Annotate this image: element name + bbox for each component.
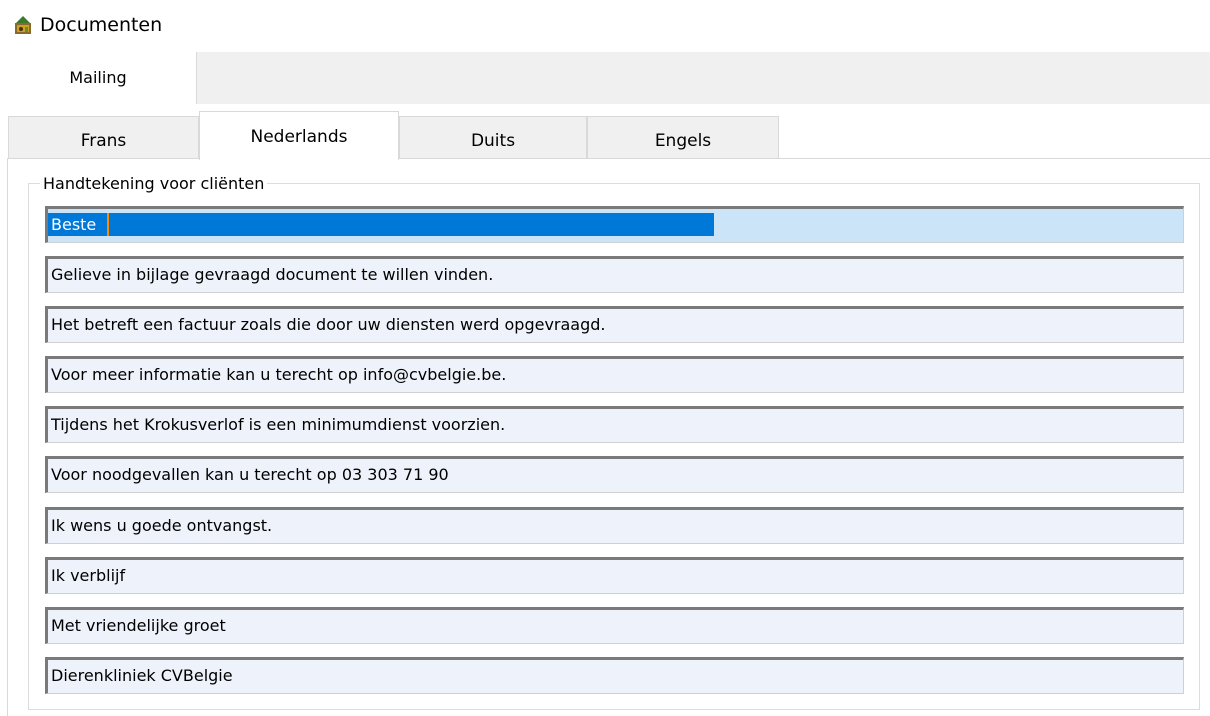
- text-caret: [107, 213, 109, 236]
- signature-line-6-field[interactable]: Voor noodgevallen kan u terecht op 03 30…: [45, 456, 1184, 493]
- title-bar: Documenten: [0, 0, 1210, 52]
- signature-line-9-field[interactable]: Met vriendelijke groet: [45, 607, 1184, 644]
- tab-frans[interactable]: Frans: [8, 116, 199, 158]
- tab-nederlands[interactable]: Nederlands: [199, 111, 399, 160]
- signature-line-8-field[interactable]: Ik verblijf: [45, 557, 1184, 594]
- tab-mailing[interactable]: Mailing: [0, 52, 197, 105]
- signature-line-1-field[interactable]: Beste: [45, 206, 1184, 243]
- signature-line-7-field[interactable]: Ik wens u goede ontvangst.: [45, 507, 1184, 544]
- groupbox-label: Handtekening voor cliënten: [40, 174, 268, 194]
- selected-text: Beste: [48, 213, 714, 236]
- signature-line-4-field[interactable]: Voor meer informatie kan u terecht op in…: [45, 356, 1184, 393]
- tab-engels[interactable]: Engels: [587, 116, 779, 158]
- signature-line-5-field[interactable]: Tijdens het Krokusverlof is een minimumd…: [45, 406, 1184, 443]
- window-title: Documenten: [40, 14, 163, 36]
- app-icon: [15, 16, 31, 34]
- tab-duits[interactable]: Duits: [399, 116, 587, 158]
- signature-line-3-field[interactable]: Het betreft een factuur zoals die door u…: [45, 306, 1184, 343]
- signature-line-10-field[interactable]: Dierenkliniek CVBelgie: [45, 657, 1184, 694]
- signature-line-2-field[interactable]: Gelieve in bijlage gevraagd document te …: [45, 256, 1184, 293]
